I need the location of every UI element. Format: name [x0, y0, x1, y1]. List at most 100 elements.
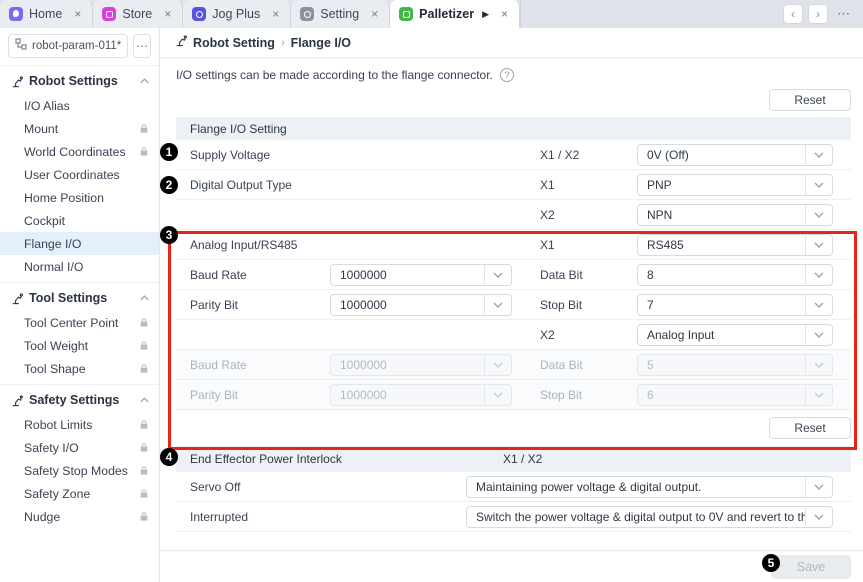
sidebar-item-world-coordinates[interactable]: World Coordinates: [0, 140, 159, 163]
chevron-up-icon[interactable]: [140, 78, 149, 84]
tab-store[interactable]: Store ×: [93, 0, 183, 28]
sidebar-item-robot-limits[interactable]: Robot Limits: [0, 413, 159, 436]
chevron-down-icon: [805, 175, 832, 195]
analog-x1-row: Analog Input/RS485 X1 RS485: [176, 230, 851, 260]
tab-label: Palletizer: [419, 7, 474, 21]
close-icon[interactable]: ×: [270, 7, 281, 21]
chevron-down-icon: [805, 385, 832, 405]
data-bit-label: Data Bit: [540, 358, 637, 372]
select-value: Analog Input: [638, 328, 805, 342]
sidebar-item-label: Normal I/O: [24, 260, 149, 274]
sidebar-item-safety-stop-modes[interactable]: Safety Stop Modes: [0, 459, 159, 482]
digital-output-x2-select[interactable]: NPN: [637, 204, 833, 226]
select-value: 1000000: [331, 268, 484, 282]
section-header-tool-settings[interactable]: Tool Settings: [0, 285, 159, 311]
back-button[interactable]: ‹: [783, 4, 803, 24]
chevron-down-icon: [805, 477, 832, 497]
sidebar-item-label: Tool Weight: [24, 339, 139, 353]
tab-palletizer[interactable]: Palletizer ▶ ×: [390, 0, 520, 28]
close-icon[interactable]: ×: [499, 7, 510, 21]
sidebar-item-safety-i-o[interactable]: Safety I/O: [0, 436, 159, 459]
interlock-label: End Effector Power Interlock: [190, 452, 503, 466]
sidebar-item-label: Mount: [24, 122, 139, 136]
section-header-safety-settings[interactable]: Safety Settings: [0, 387, 159, 413]
digital-output-x1-select[interactable]: PNP: [637, 174, 833, 196]
sidebar-item-tool-weight[interactable]: Tool Weight: [0, 334, 159, 357]
analog-x2-select[interactable]: Analog Input: [637, 324, 833, 346]
sidebar-item-tool-shape[interactable]: Tool Shape: [0, 357, 159, 380]
tab-bar-spacer: [520, 0, 783, 28]
sidebar-item-normal-i-o[interactable]: Normal I/O: [0, 255, 159, 278]
play-icon[interactable]: ▶: [482, 9, 489, 20]
tab-home[interactable]: Home ×: [0, 0, 93, 28]
store-icon: [102, 7, 116, 21]
analog-reset-button[interactable]: Reset: [769, 417, 851, 439]
sidebar-item-flange-i-o[interactable]: Flange I/O: [0, 232, 159, 255]
more-options-button[interactable]: ⋯: [833, 6, 855, 22]
section-header-robot-settings[interactable]: Robot Settings: [0, 68, 159, 94]
save-button: Save: [771, 555, 851, 579]
sidebar-item-label: Cockpit: [24, 214, 149, 228]
sidebar-item-safety-zone[interactable]: Safety Zone: [0, 482, 159, 505]
x1-parity-bit-select[interactable]: 1000000: [330, 294, 512, 316]
tab-jog-plus[interactable]: Jog Plus ×: [183, 0, 291, 28]
interlock-port-label: X1 / X2: [503, 452, 542, 466]
sidebar-item-i-o-alias[interactable]: I/O Alias: [0, 94, 159, 117]
chevron-down-icon: [484, 265, 511, 285]
port-label: X2: [540, 328, 637, 342]
gear-icon: [300, 7, 314, 21]
x1-stop-bit-select[interactable]: 7: [637, 294, 833, 316]
interrupted-select[interactable]: Switch the power voltage & digital outpu…: [466, 506, 833, 528]
sidebar-item-label: Nudge: [24, 510, 139, 524]
forward-button[interactable]: ›: [808, 4, 828, 24]
lock-icon: [139, 465, 149, 476]
chevron-up-icon[interactable]: [140, 295, 149, 301]
x1-data-bit-select[interactable]: 8: [637, 264, 833, 286]
param-selector[interactable]: robot-param-011*: [8, 34, 128, 58]
select-value: 8: [638, 268, 805, 282]
x1-baud-rate-select[interactable]: 1000000: [330, 264, 512, 286]
close-icon[interactable]: ×: [72, 7, 83, 21]
sidebar-item-label: World Coordinates: [24, 145, 139, 159]
servo-off-select[interactable]: Maintaining power voltage & digital outp…: [466, 476, 833, 498]
x2-stop-bit-select: 6: [637, 384, 833, 406]
help-icon[interactable]: ?: [500, 68, 514, 82]
breadcrumb-parent[interactable]: Robot Setting: [193, 36, 275, 50]
sidebar-item-cockpit[interactable]: Cockpit: [0, 209, 159, 232]
interrupted-row: Interrupted Switch the power voltage & d…: [176, 502, 851, 532]
chevron-up-icon[interactable]: [140, 397, 149, 403]
lock-icon: [139, 146, 149, 157]
supply-voltage-row: Supply Voltage X1 / X2 0V (Off): [176, 140, 851, 170]
sidebar-item-label: Tool Shape: [24, 362, 139, 376]
tab-label: Store: [122, 7, 152, 21]
sidebar-item-label: I/O Alias: [24, 99, 149, 113]
sidebar-item-mount[interactable]: Mount: [0, 117, 159, 140]
sidebar-item-user-coordinates[interactable]: User Coordinates: [0, 163, 159, 186]
close-icon[interactable]: ×: [369, 7, 380, 21]
home-icon: [9, 7, 23, 21]
sidebar: robot-param-011* ⋯ Robot Settings I/O Al…: [0, 28, 160, 582]
breadcrumb: Robot Setting › Flange I/O: [160, 28, 863, 58]
chevron-down-icon: [484, 295, 511, 315]
x2-disabled-settings: Baud Rate 1000000 Data Bit 5: [176, 350, 851, 410]
select-value: 6: [638, 388, 805, 402]
sidebar-item-nudge[interactable]: Nudge: [0, 505, 159, 528]
sidebar-section-safety-settings: Safety Settings Robot LimitsSafety I/OSa…: [0, 384, 159, 532]
sidebar-item-home-position[interactable]: Home Position: [0, 186, 159, 209]
parity-bit-label: Parity Bit: [176, 388, 330, 402]
lock-icon: [139, 123, 149, 134]
sidebar-item-tool-center-point[interactable]: Tool Center Point: [0, 311, 159, 334]
analog-x1-select[interactable]: RS485: [637, 234, 833, 256]
param-more-button[interactable]: ⋯: [133, 34, 151, 58]
analog-x2-row: X2 Analog Input: [176, 320, 851, 350]
reset-button[interactable]: Reset: [769, 89, 851, 111]
tab-setting[interactable]: Setting ×: [291, 0, 390, 28]
palletizer-icon: [399, 7, 413, 21]
port-label: X1 / X2: [540, 148, 637, 162]
x2-parity-bit-select: 1000000: [330, 384, 512, 406]
sidebar-section-robot-settings: Robot Settings I/O Alias Mount World Coord…: [0, 65, 159, 282]
close-icon[interactable]: ×: [162, 7, 173, 21]
chevron-down-icon: [805, 235, 832, 255]
supply-voltage-select[interactable]: 0V (Off): [637, 144, 833, 166]
servo-off-row: Servo Off Maintaining power voltage & di…: [176, 472, 851, 502]
